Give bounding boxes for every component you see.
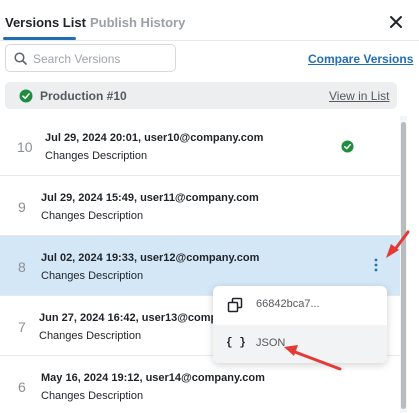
tab-publish-history[interactable]: Publish History	[90, 15, 185, 30]
version-title: Jul 02, 2024 19:33, user12@company.com	[41, 252, 260, 264]
version-title: May 16, 2024 19:12, user14@company.com	[41, 372, 265, 384]
production-bar: Production #10 View in List	[5, 82, 397, 109]
version-number: 9	[18, 199, 26, 215]
version-number: 6	[18, 379, 26, 395]
search-field[interactable]	[5, 44, 176, 72]
scrollbar-thumb[interactable]	[401, 122, 406, 409]
more-options-icon[interactable]	[370, 257, 382, 273]
check-circle-icon	[19, 89, 33, 103]
version-description: Changes Description	[41, 270, 144, 282]
production-label: Production #10	[40, 89, 127, 103]
version-row[interactable]: 9 Jul 29, 2024 15:49, user11@company.com…	[0, 176, 400, 236]
version-row[interactable]: 6 May 16, 2024 19:12, user14@company.com…	[0, 356, 400, 413]
versions-list: 10 Jul 29, 2024 20:01, user10@company.co…	[0, 116, 400, 413]
compare-versions-link[interactable]: Compare Versions	[308, 52, 413, 66]
version-number: 7	[18, 319, 26, 335]
version-title: Jul 29, 2024 20:01, user10@company.com	[45, 132, 264, 144]
context-menu: 66842bca7... { } JSON	[213, 286, 387, 363]
braces-icon: { }	[226, 337, 246, 349]
version-row[interactable]: 10 Jul 29, 2024 20:01, user10@company.co…	[0, 116, 400, 176]
view-in-list-link[interactable]: View in List	[329, 89, 389, 103]
version-description: Changes Description	[39, 330, 142, 342]
version-number: 10	[17, 139, 33, 155]
search-icon	[14, 52, 27, 65]
menu-item-label: 66842bca7...	[256, 298, 320, 310]
search-input[interactable]	[31, 48, 175, 70]
menu-item-label: JSON	[256, 337, 286, 349]
copy-icon	[227, 297, 243, 313]
close-icon[interactable]	[388, 14, 404, 30]
version-description: Changes Description	[41, 210, 144, 222]
version-description: Changes Description	[45, 150, 148, 162]
published-check-icon	[341, 140, 354, 153]
version-number: 8	[18, 259, 26, 275]
menu-item-copy-id[interactable]: 66842bca7...	[213, 286, 387, 324]
tab-versions-list[interactable]: Versions List	[5, 15, 86, 30]
version-title: Jul 29, 2024 15:49, user11@company.com	[41, 192, 259, 204]
version-description: Changes Description	[41, 390, 144, 402]
menu-item-json[interactable]: { } JSON	[213, 325, 387, 363]
tab-bar: Versions List Publish History	[0, 0, 419, 40]
tab-divider	[0, 40, 419, 41]
